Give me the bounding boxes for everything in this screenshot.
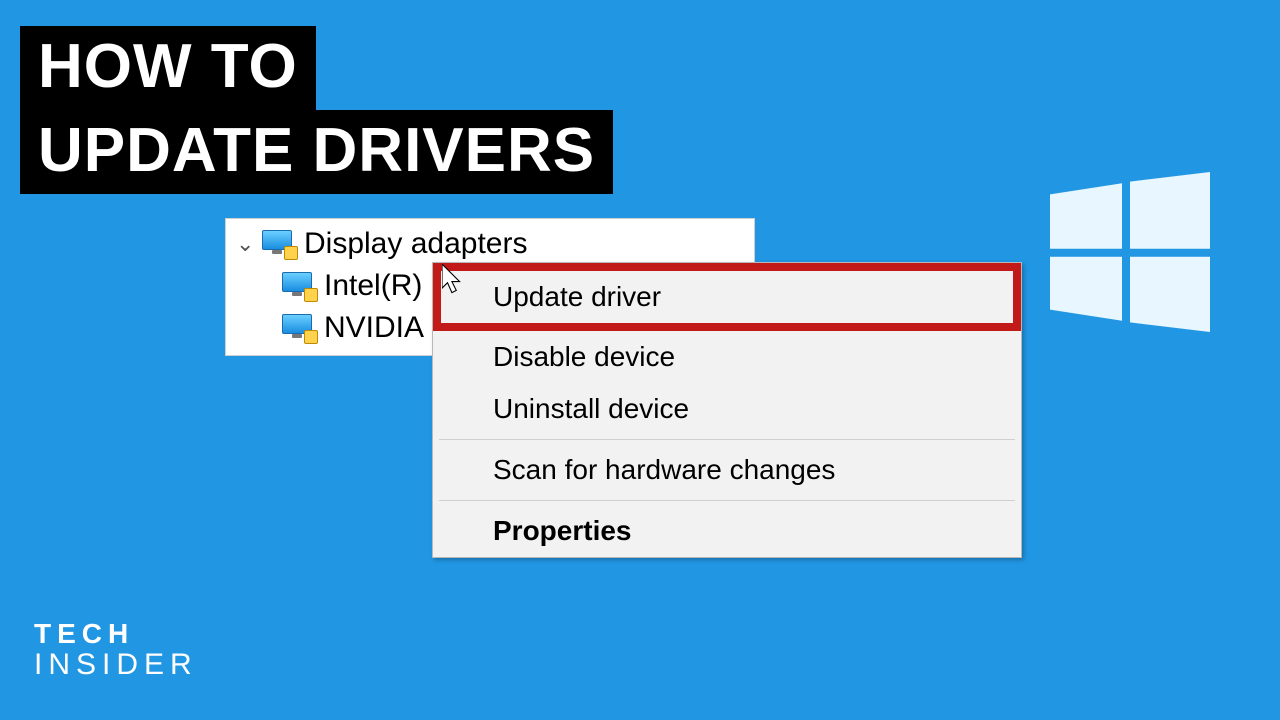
menu-item-update-driver[interactable]: Update driver (433, 263, 1021, 331)
menu-separator (439, 439, 1015, 440)
tree-category-display-adapters[interactable]: ⌄ Display adapters (236, 223, 748, 265)
menu-item-scan-hardware[interactable]: Scan for hardware changes (433, 444, 1021, 496)
windows-logo-icon (1050, 172, 1210, 332)
tech-insider-logo: TECH INSIDER (34, 619, 198, 680)
menu-item-label: Properties (493, 515, 632, 546)
menu-item-label: Scan for hardware changes (493, 454, 835, 485)
display-adapter-icon (282, 272, 316, 300)
menu-item-uninstall-device[interactable]: Uninstall device (433, 383, 1021, 435)
brand-line-2: INSIDER (34, 649, 198, 681)
chevron-down-icon[interactable]: ⌄ (236, 231, 254, 257)
display-adapter-icon (262, 230, 296, 258)
tree-item-label: Intel(R) (324, 269, 422, 303)
headline-line-2: UPDATE DRIVERS (20, 110, 613, 194)
tree-item-label: NVIDIA (324, 311, 424, 345)
menu-item-label: Disable device (493, 341, 675, 372)
menu-item-properties[interactable]: Properties (433, 505, 1021, 557)
display-adapter-icon (282, 314, 316, 342)
menu-item-label: Update driver (493, 281, 661, 312)
headline-line-1: HOW TO (20, 26, 316, 110)
menu-item-disable-device[interactable]: Disable device (433, 331, 1021, 383)
context-menu: Update driver Disable device Uninstall d… (432, 262, 1022, 558)
menu-item-label: Uninstall device (493, 393, 689, 424)
tree-category-label: Display adapters (304, 227, 527, 261)
menu-separator (439, 500, 1015, 501)
brand-line-1: TECH (34, 619, 198, 648)
mouse-cursor-icon (442, 264, 464, 294)
